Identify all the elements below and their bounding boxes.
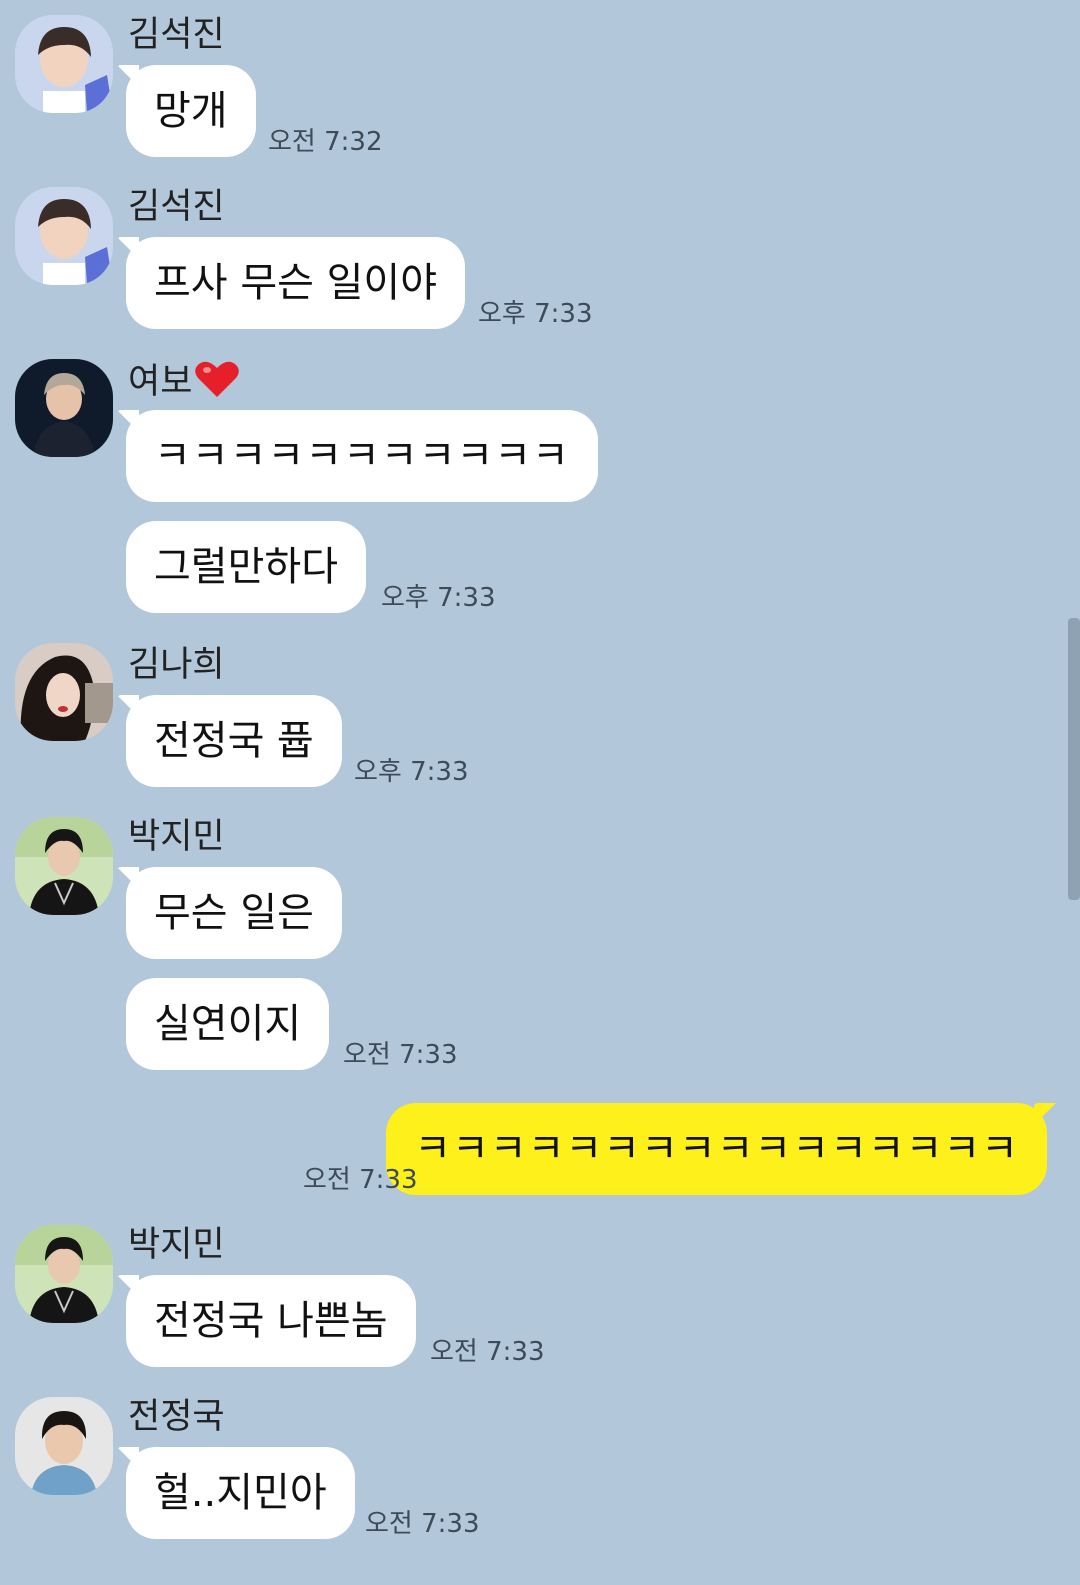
- message-bubble[interactable]: 그럴만하다: [126, 521, 366, 613]
- message-bubble[interactable]: ㅋㅋㅋㅋㅋㅋㅋㅋㅋㅋㅋ: [126, 410, 598, 502]
- sender-name: 여보: [128, 359, 240, 408]
- sender-name: 박지민: [128, 1225, 225, 1265]
- message-time: 오전 7:33: [343, 1040, 458, 1070]
- message-time: 오후 7:33: [478, 299, 593, 329]
- sender-name-text: 여보: [128, 362, 193, 402]
- message-bubble[interactable]: 헐..지민아: [126, 1447, 355, 1539]
- sender-name: 김나희: [128, 645, 225, 685]
- message-time: 오전 7:32: [268, 127, 383, 157]
- heart-icon: [194, 359, 240, 408]
- message-bubble[interactable]: 무슨 일은: [126, 867, 342, 959]
- message-time: 오전 7:33: [365, 1509, 480, 1539]
- chat-room[interactable]: 김석진 망개 오전 7:32 김석진 프사 무슨 일이야 오후 7:33 여보 …: [0, 0, 1080, 1585]
- message-time: 오후 7:33: [354, 757, 469, 787]
- jin-avatar-icon[interactable]: [15, 187, 113, 285]
- message-time: 오전 7:33: [303, 1165, 418, 1195]
- sender-name: 박지민: [128, 817, 225, 857]
- message-bubble[interactable]: 전정국 퓹: [126, 695, 342, 787]
- message-bubble[interactable]: 실연이지: [126, 978, 330, 1070]
- sender-name: 김석진: [128, 15, 225, 55]
- jimin-avatar-icon[interactable]: [15, 817, 113, 915]
- message-time: 오전 7:33: [430, 1337, 545, 1367]
- message-bubble[interactable]: 프사 무슨 일이야: [126, 237, 466, 329]
- message-bubble[interactable]: 전정국 나쁜놈: [126, 1275, 416, 1367]
- jin-avatar-icon[interactable]: [15, 15, 113, 113]
- sender-name: 김석진: [128, 187, 225, 227]
- message-bubble[interactable]: 망개: [126, 65, 256, 157]
- yeobo-avatar-icon[interactable]: [15, 359, 113, 457]
- message-time: 오후 7:33: [381, 583, 496, 613]
- sender-name: 전정국: [128, 1397, 225, 1437]
- my-message-bubble[interactable]: ㅋㅋㅋㅋㅋㅋㅋㅋㅋㅋㅋㅋㅋㅋㅋㅋ: [386, 1103, 1047, 1195]
- jungkook-avatar-icon[interactable]: [15, 1397, 113, 1495]
- jimin-avatar-icon[interactable]: [15, 1225, 113, 1323]
- scrollbar-thumb[interactable]: [1068, 618, 1080, 900]
- nahee-avatar-icon[interactable]: [15, 643, 113, 741]
